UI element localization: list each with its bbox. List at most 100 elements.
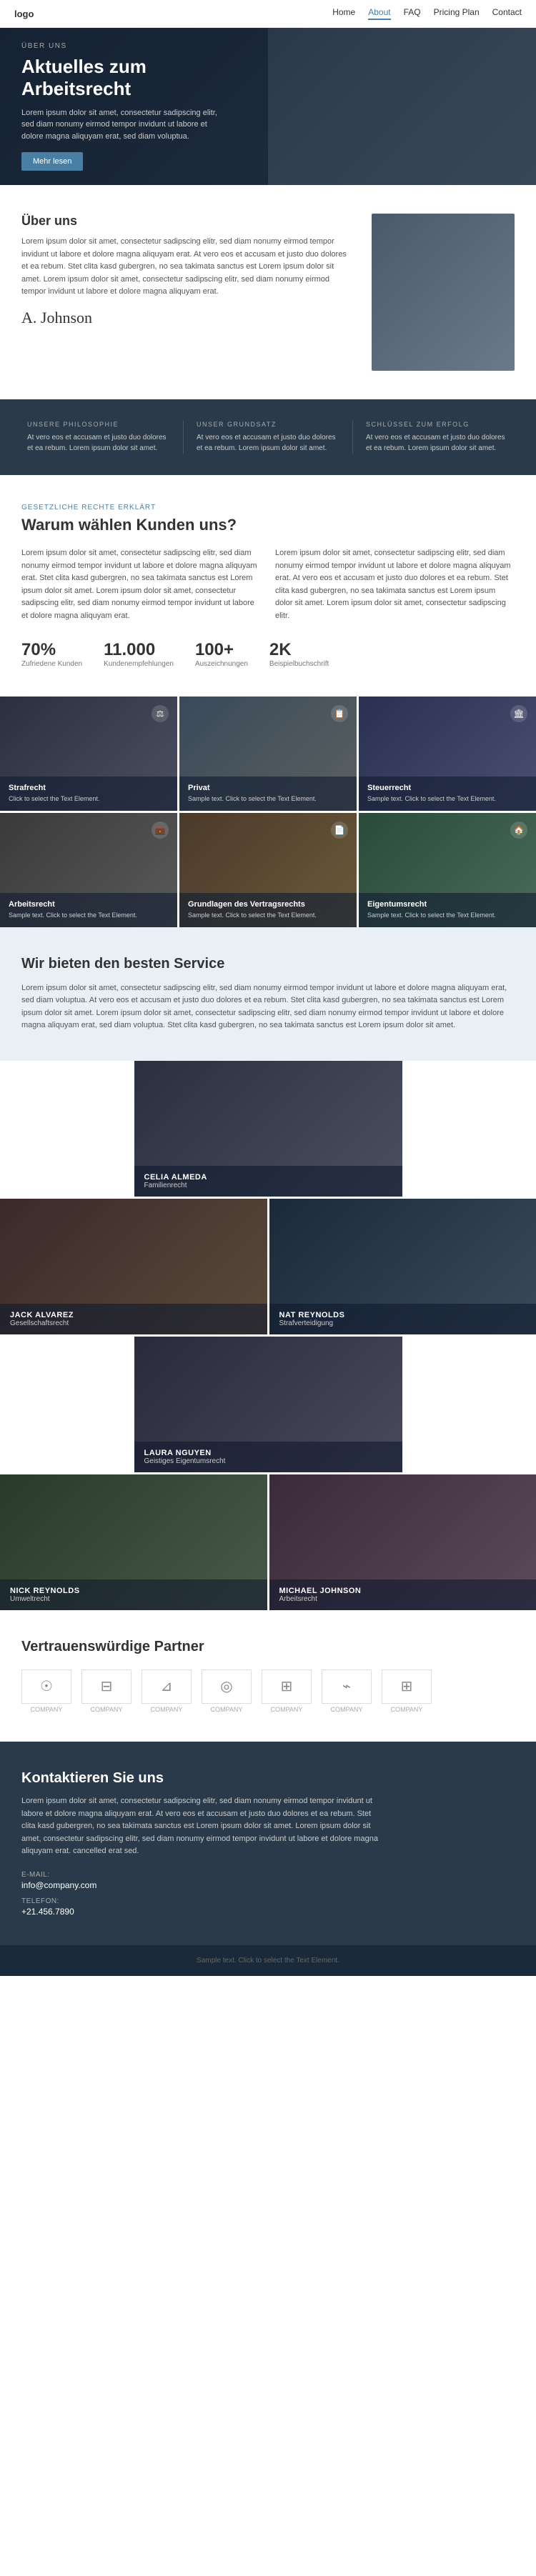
- nav-pricing[interactable]: Pricing Plan: [434, 7, 480, 20]
- stat-4: 2K Beispielbuchschrift: [269, 640, 329, 668]
- team-card-nat[interactable]: NAT REYNOLDS Strafverteidigung: [269, 1199, 536, 1334]
- team-overlay-nick: NICK REYNOLDS Umweltrecht: [0, 1579, 267, 1610]
- contact-title: Kontaktieren Sie uns: [21, 1770, 515, 1787]
- nav-faq[interactable]: FAQ: [404, 7, 421, 20]
- services-section: Strafrecht Click to select the Text Elem…: [0, 697, 536, 927]
- service-icon-5: 📄: [331, 822, 348, 839]
- team-name-nat: NAT REYNOLDS: [279, 1311, 527, 1319]
- partner-6[interactable]: ⌁ COMPANY: [322, 1669, 372, 1713]
- service-title-5: Grundlagen des Vertragsrechts: [188, 900, 348, 909]
- hero-btn[interactable]: Mehr lesen: [21, 152, 83, 171]
- philosophy-text-3: At vero eos et accusam et justo duo dolo…: [366, 432, 509, 454]
- service-overlay-4: Arbeitsrecht Sample text. Click to selec…: [0, 893, 177, 927]
- best-service-text: Lorem ipsum dolor sit amet, consectetur …: [21, 982, 515, 1032]
- why-tag: GESETZLICHE RECHTE ERKLÄRT: [21, 504, 515, 511]
- team-name-laura: LAURA NGUYEN: [144, 1449, 392, 1457]
- service-title-3: Steuerrecht: [367, 784, 527, 792]
- service-card-5[interactable]: Grundlagen des Vertragsrechts Sample tex…: [179, 813, 357, 927]
- hero-description: Lorem ipsum dolor sit amet, consectetur …: [21, 107, 222, 143]
- service-desc-5: Sample text. Click to select the Text El…: [188, 911, 348, 920]
- partner-2[interactable]: ⊟ COMPANY: [81, 1669, 131, 1713]
- partners-title: Vertrauenswürdige Partner: [21, 1639, 515, 1655]
- best-service-section: Wir bieten den besten Service Lorem ipsu…: [0, 927, 536, 1061]
- philosophy-tag-3: SCHLÜSSEL ZUM ERFOLG: [366, 421, 509, 428]
- philosophy-tag-1: UNSERE PHILOSOPHIE: [27, 421, 170, 428]
- footer-text: Sample text. Click to select the Text El…: [197, 1957, 339, 1965]
- service-icon-1: ⚖: [152, 705, 169, 722]
- stat-2: 11.000 Kundenempfehlungen: [104, 640, 174, 668]
- stats-row: 70% Zufriedene Kunden 11.000 Kundenempfe…: [21, 640, 515, 668]
- philosophy-section: UNSERE PHILOSOPHIE At vero eos et accusa…: [0, 399, 536, 475]
- contact-phone-label: Telefon:: [21, 1897, 515, 1905]
- why-columns: Lorem ipsum dolor sit amet, consectetur …: [21, 547, 515, 623]
- hero-content: ÜBER UNS Aktuelles zum Arbeitsrecht Lore…: [21, 42, 515, 171]
- service-card-1[interactable]: Strafrecht Click to select the Text Elem…: [0, 697, 177, 811]
- why-title: Warum wählen Kunden uns?: [21, 516, 515, 534]
- hero-section: ÜBER UNS Aktuelles zum Arbeitsrecht Lore…: [0, 28, 536, 185]
- team-card-nick[interactable]: NICK REYNOLDS Umweltrecht: [0, 1474, 267, 1610]
- nav-contact[interactable]: Contact: [492, 7, 522, 20]
- contact-text: Lorem ipsum dolor sit amet, consectetur …: [21, 1795, 379, 1858]
- team-overlay-michael: MICHAEL JOHNSON Arbeitsrecht: [269, 1579, 536, 1610]
- hero-title: Aktuelles zum Arbeitsrecht: [21, 56, 250, 100]
- why-section: GESETZLICHE RECHTE ERKLÄRT Warum wählen …: [0, 475, 536, 697]
- team-role-celia: Familienrecht: [144, 1182, 392, 1189]
- about-text: Über uns Lorem ipsum dolor sit amet, con…: [21, 214, 350, 327]
- nav-home[interactable]: Home: [332, 7, 355, 20]
- service-card-4[interactable]: Arbeitsrecht Sample text. Click to selec…: [0, 813, 177, 927]
- about-image: [372, 214, 515, 371]
- team-card-celia[interactable]: CELIA ALMEDA Familienrecht: [134, 1061, 402, 1197]
- stat-label-1: Zufriedene Kunden: [21, 660, 82, 668]
- service-overlay-2: Privat Sample text. Click to select the …: [179, 777, 357, 811]
- service-card-2[interactable]: Privat Sample text. Click to select the …: [179, 697, 357, 811]
- contact-email-value: info@company.com: [21, 1880, 515, 1890]
- team-role-michael: Arbeitsrecht: [279, 1595, 527, 1603]
- footer: Sample text. Click to select the Text El…: [0, 1945, 536, 1976]
- partner-4[interactable]: ◎ COMPANY: [202, 1669, 252, 1713]
- service-card-6[interactable]: Eigentumsrecht Sample text. Click to sel…: [359, 813, 536, 927]
- contact-email-label: E-Mail:: [21, 1871, 515, 1879]
- team-card-michael[interactable]: MICHAEL JOHNSON Arbeitsrecht: [269, 1474, 536, 1610]
- why-col2: Lorem ipsum dolor sit amet, consectetur …: [275, 547, 515, 623]
- stat-num-2: 11.000: [104, 640, 174, 660]
- service-desc-6: Sample text. Click to select the Text El…: [367, 911, 527, 920]
- stat-label-3: Auszeichnungen: [195, 660, 248, 668]
- team-name-celia: CELIA ALMEDA: [144, 1173, 392, 1182]
- service-desc-1: Click to select the Text Element.: [9, 794, 169, 804]
- partner-5[interactable]: ⊞ COMPANY: [262, 1669, 312, 1713]
- service-desc-2: Sample text. Click to select the Text El…: [188, 794, 348, 804]
- team-name-michael: MICHAEL JOHNSON: [279, 1587, 527, 1595]
- partner-1[interactable]: ☉ COMPANY: [21, 1669, 71, 1713]
- team-card-laura[interactable]: LAURA NGUYEN Geistiges Eigentumsrecht: [134, 1337, 402, 1472]
- service-title-1: Strafrecht: [9, 784, 169, 792]
- team-overlay-jack: JACK ALVAREZ Gesellschaftsrecht: [0, 1304, 267, 1334]
- stat-1: 70% Zufriedene Kunden: [21, 640, 82, 668]
- stat-num-4: 2K: [269, 640, 329, 660]
- philosophy-item-3: SCHLÜSSEL ZUM ERFOLG At vero eos et accu…: [353, 421, 522, 454]
- navbar: logo Home About FAQ Pricing Plan Contact: [0, 0, 536, 28]
- philosophy-text-1: At vero eos et accusam et justo duo dolo…: [27, 432, 170, 454]
- partners-section: Vertrauenswürdige Partner ☉ COMPANY ⊟ CO…: [0, 1610, 536, 1742]
- service-icon-6: 🏠: [510, 822, 527, 839]
- service-title-4: Arbeitsrecht: [9, 900, 169, 909]
- partners-logos: ☉ COMPANY ⊟ COMPANY ⊿ COMPANY ◎ COMPANY …: [21, 1669, 515, 1713]
- service-icon-4: 💼: [152, 822, 169, 839]
- service-title-2: Privat: [188, 784, 348, 792]
- partner-3[interactable]: ⊿ COMPANY: [142, 1669, 192, 1713]
- team-role-laura: Geistiges Eigentumsrecht: [144, 1457, 392, 1465]
- service-card-3[interactable]: Steuerrecht Sample text. Click to select…: [359, 697, 536, 811]
- team-row-2: JACK ALVAREZ Gesellschaftsrecht NAT REYN…: [0, 1199, 536, 1334]
- why-col1: Lorem ipsum dolor sit amet, consectetur …: [21, 547, 261, 623]
- stat-label-4: Beispielbuchschrift: [269, 660, 329, 668]
- partner-7[interactable]: ⊞ COMPANY: [382, 1669, 432, 1713]
- service-overlay-6: Eigentumsrecht Sample text. Click to sel…: [359, 893, 536, 927]
- service-desc-3: Sample text. Click to select the Text El…: [367, 794, 527, 804]
- team-row-1: CELIA ALMEDA Familienrecht: [0, 1061, 536, 1197]
- team-name-nick: NICK REYNOLDS: [10, 1587, 257, 1595]
- nav-about[interactable]: About: [368, 7, 390, 20]
- service-title-6: Eigentumsrecht: [367, 900, 527, 909]
- contact-phone-value: +21.456.7890: [21, 1907, 515, 1917]
- team-card-jack[interactable]: JACK ALVAREZ Gesellschaftsrecht: [0, 1199, 267, 1334]
- nav-links: Home About FAQ Pricing Plan Contact: [332, 7, 522, 20]
- team-overlay-nat: NAT REYNOLDS Strafverteidigung: [269, 1304, 536, 1334]
